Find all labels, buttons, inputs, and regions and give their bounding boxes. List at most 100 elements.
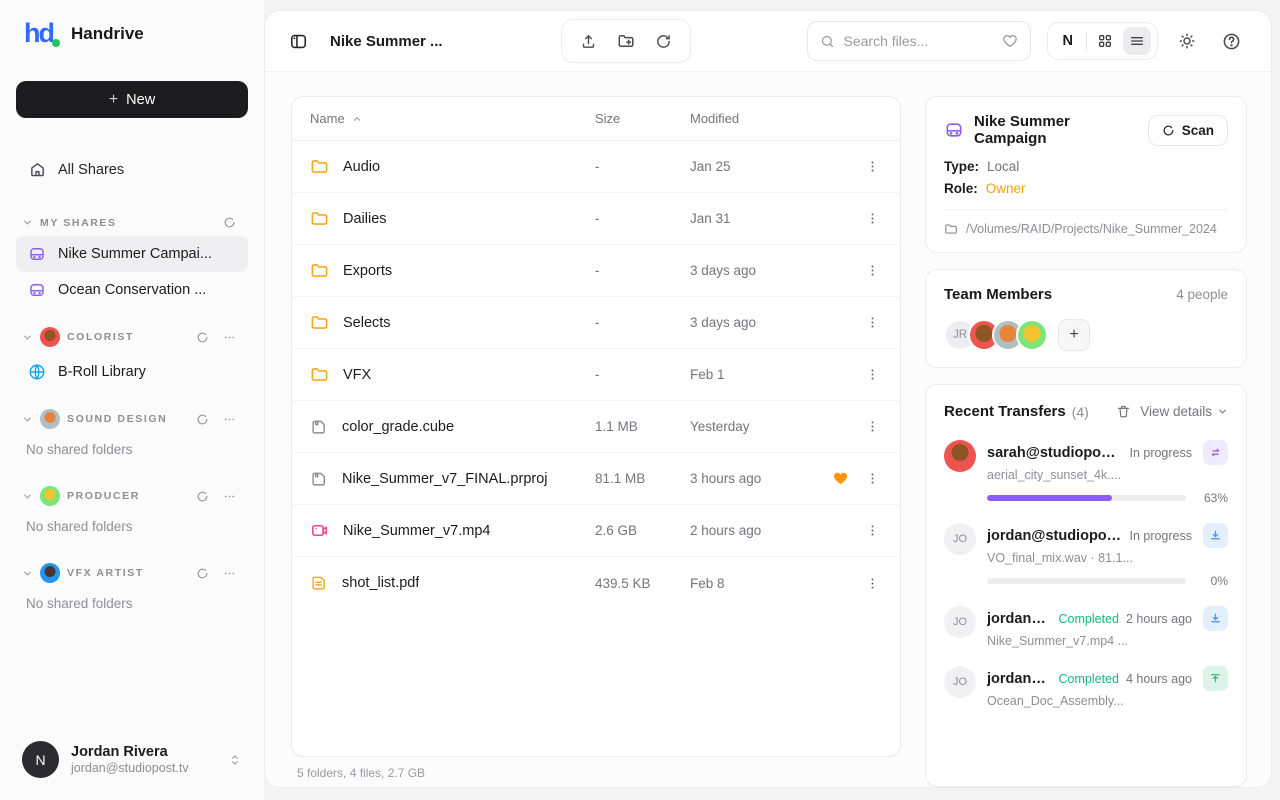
new-folder-button[interactable]: [611, 26, 641, 56]
pdf-icon: [310, 574, 328, 592]
team-count: 4 people: [1176, 287, 1228, 302]
new-button[interactable]: + New: [16, 81, 248, 118]
row-menu-button[interactable]: [863, 521, 882, 540]
column-size[interactable]: Size: [595, 111, 690, 126]
upload-button[interactable]: [574, 27, 603, 56]
refresh-icon[interactable]: [196, 490, 209, 503]
row-menu-button[interactable]: [863, 313, 882, 332]
transfer-item[interactable]: JO jordan@st... Completed 2 hours ago Ni…: [944, 606, 1228, 648]
plus-icon: +: [109, 91, 118, 109]
video-icon: [310, 521, 329, 540]
transfer-item[interactable]: JO jordan@studiopost.tv In progress VO_f…: [944, 523, 1228, 588]
table-row-color-grade-cube[interactable]: color_grade.cube 1.1 MB Yesterday: [292, 401, 900, 453]
list-view-button[interactable]: [1123, 27, 1151, 55]
view-toggle-group: N: [1047, 22, 1158, 60]
section-header-producer[interactable]: PRODUCER: [16, 479, 248, 513]
refresh-icon[interactable]: [196, 567, 209, 580]
drive-icon: [944, 120, 964, 140]
more-icon[interactable]: [223, 490, 236, 503]
user-avatar: N: [22, 741, 59, 778]
refresh-icon[interactable]: [196, 413, 209, 426]
refresh-icon[interactable]: [223, 216, 236, 229]
share-path: /Volumes/RAID/Projects/Nike_Summer_2024: [944, 209, 1228, 236]
share-title: Nike Summer Campaign: [974, 113, 1138, 147]
grid-view-button[interactable]: [1091, 27, 1119, 55]
folder-icon: [310, 365, 329, 384]
member-avatar-producer[interactable]: [1016, 319, 1048, 351]
completed-badge: Completed: [1059, 612, 1119, 626]
table-row-vfx[interactable]: VFX - Feb 1: [292, 349, 900, 401]
section-header-sound-design[interactable]: SOUND DESIGN: [16, 402, 248, 436]
row-menu-button[interactable]: [863, 209, 882, 228]
section-sound-design: SOUND DESIGN No shared folders: [16, 402, 248, 467]
progress-label: 0%: [1198, 574, 1228, 588]
sidebar-item-ocean-conservation[interactable]: Ocean Conservation ...: [16, 272, 248, 308]
column-name[interactable]: Name: [310, 111, 345, 126]
row-menu-button[interactable]: [863, 417, 882, 436]
column-modified[interactable]: Modified: [690, 111, 818, 126]
clear-transfers-button[interactable]: [1113, 401, 1134, 422]
divider: [1086, 32, 1087, 50]
sidebar-item-broll-library[interactable]: B-Roll Library: [16, 354, 248, 390]
sidebar-item-nike-summer[interactable]: Nike Summer Campai...: [16, 236, 248, 272]
favorites-filter-icon[interactable]: [1002, 33, 1018, 49]
brand: hd Handrive: [16, 20, 248, 47]
transfer-item[interactable]: sarah@studiopost.tv In progress aerial_c…: [944, 440, 1228, 505]
scan-button[interactable]: Scan: [1148, 115, 1228, 146]
row-menu-button[interactable]: [863, 157, 882, 176]
table-row-exports[interactable]: Exports - 3 days ago: [292, 245, 900, 297]
empty-note: No shared folders: [16, 436, 248, 467]
details-panel: Nike Summer Campaign Scan Type:Local Rol…: [925, 96, 1247, 787]
more-icon[interactable]: [223, 567, 236, 580]
account-switcher-icon[interactable]: [228, 753, 242, 767]
user-email: jordan@studiopost.tv: [71, 761, 216, 775]
more-icon[interactable]: [223, 331, 236, 344]
row-menu-button[interactable]: [863, 365, 882, 384]
table-row-audio[interactable]: Audio - Jan 25: [292, 141, 900, 193]
help-button[interactable]: [1216, 26, 1247, 57]
favorite-heart-icon[interactable]: [832, 470, 849, 487]
chevron-down-icon: [22, 568, 33, 579]
folder-icon: [310, 261, 329, 280]
section-producer: PRODUCER No shared folders: [16, 479, 248, 544]
section-vfx-artist: VFX ARTIST No shared folders: [16, 556, 248, 621]
section-header-vfx-artist[interactable]: VFX ARTIST: [16, 556, 248, 590]
section-header-my-shares[interactable]: MY SHARES: [16, 209, 248, 236]
user-account[interactable]: N Jordan Rivera jordan@studiopost.tv: [16, 735, 248, 784]
table-row-prproj[interactable]: Nike_Summer_v7_FINAL.prproj 81.1 MB 3 ho…: [292, 453, 900, 505]
completed-badge: Completed: [1059, 672, 1119, 686]
refresh-button[interactable]: [649, 27, 678, 56]
table-row-selects[interactable]: Selects - 3 days ago: [292, 297, 900, 349]
search-input[interactable]: [844, 33, 993, 49]
row-menu-button[interactable]: [863, 574, 882, 593]
chevron-down-icon: [22, 414, 33, 425]
row-menu-button[interactable]: [863, 469, 882, 488]
page-title: Nike Summer ...: [330, 33, 443, 50]
file-browser: Name Size Modified Audio - Jan 25 Dai: [291, 96, 901, 787]
role-row: Role:Owner: [944, 181, 1228, 196]
search-icon: [820, 34, 835, 49]
progress-label: 63%: [1198, 491, 1228, 505]
refresh-icon[interactable]: [196, 331, 209, 344]
type-row: Type:Local: [944, 159, 1228, 174]
sidebar-item-all-shares[interactable]: All Shares: [16, 152, 248, 187]
more-icon[interactable]: [223, 413, 236, 426]
add-member-button[interactable]: +: [1058, 319, 1090, 351]
row-menu-button[interactable]: [863, 261, 882, 280]
sidebar-toggle-icon[interactable]: [289, 32, 308, 51]
globe-icon: [28, 363, 46, 381]
drive-icon: [28, 245, 46, 263]
table-row-dailies[interactable]: Dailies - Jan 31: [292, 193, 900, 245]
transfer-item[interactable]: JO jordan@st... Completed 4 hours ago Oc…: [944, 666, 1228, 708]
type-value: Local: [987, 159, 1019, 174]
table-row-mp4[interactable]: Nike_Summer_v7.mp4 2.6 GB 2 hours ago: [292, 505, 900, 557]
workspace-button[interactable]: N: [1054, 29, 1082, 53]
theme-toggle-button[interactable]: [1172, 26, 1202, 56]
upload-icon: [1203, 666, 1228, 691]
file-actions-group: [561, 19, 691, 63]
view-details-button[interactable]: View details: [1140, 404, 1228, 419]
section-header-colorist[interactable]: COLORIST: [16, 320, 248, 354]
recent-transfers-card: Recent Transfers (4) View details: [925, 384, 1247, 787]
table-row-pdf[interactable]: shot_list.pdf 439.5 KB Feb 8: [292, 557, 900, 609]
chevron-down-icon: [1217, 406, 1228, 417]
